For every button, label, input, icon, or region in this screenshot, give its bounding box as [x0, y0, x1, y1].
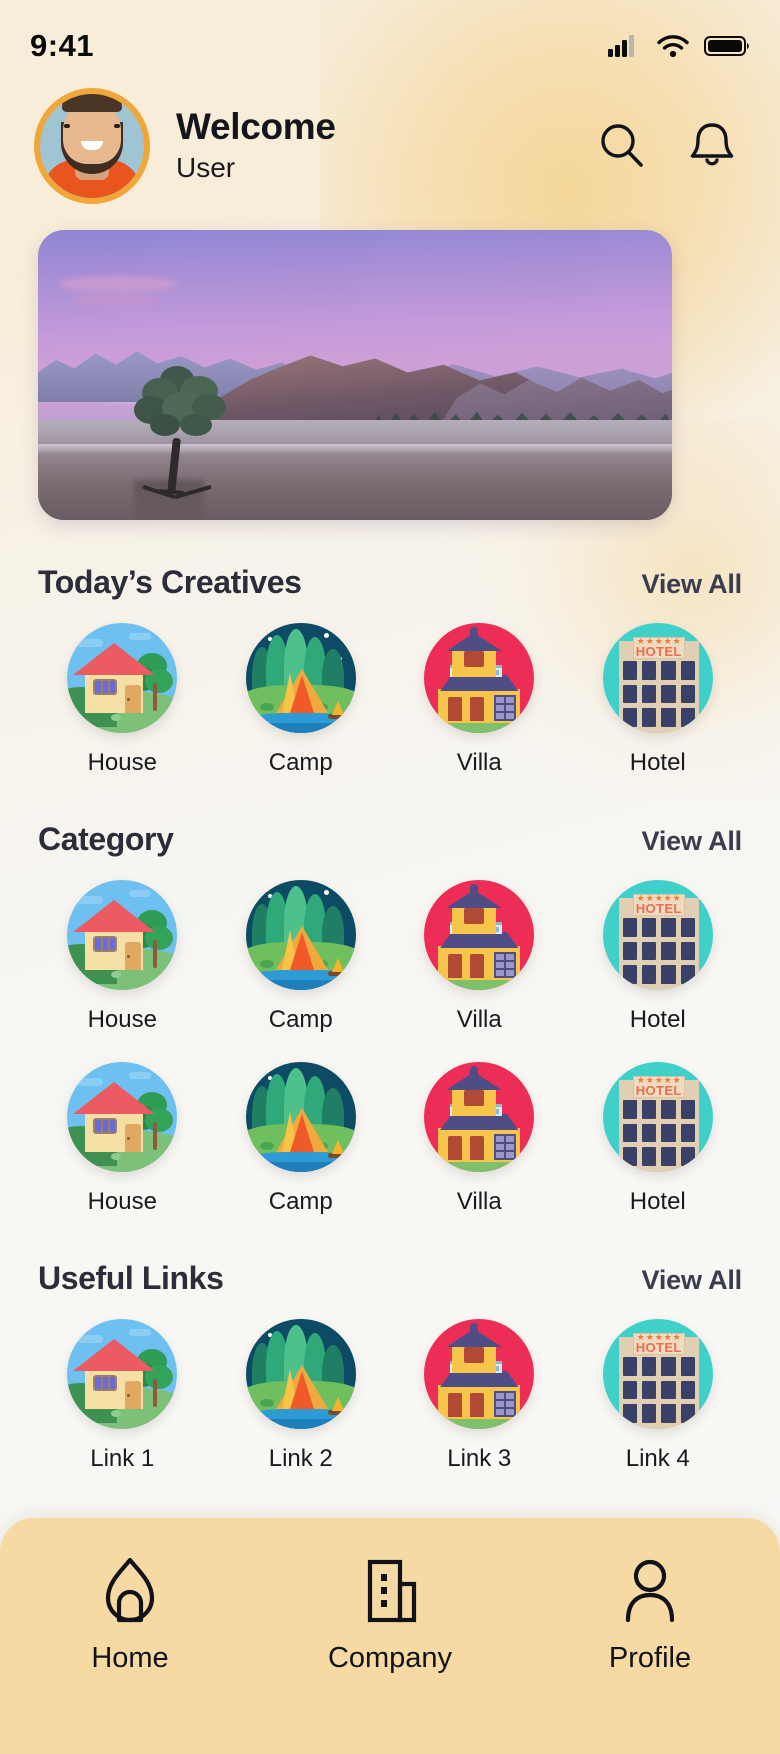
camp-tent-illustration-icon [245, 1062, 356, 1172]
house-illustration-icon [67, 1319, 178, 1429]
notifications-button[interactable] [684, 118, 740, 174]
building-icon [367, 1559, 417, 1623]
list-item-label: Hotel [629, 1006, 686, 1033]
battery-icon [704, 36, 749, 56]
list-item-label: Hotel [629, 749, 686, 776]
list-item[interactable]: ★ ★ ★ ★ ★ HOTEL Hotel [574, 880, 743, 1034]
list-item[interactable]: Link 2 [217, 1319, 386, 1473]
header-actions [594, 118, 746, 174]
view-all-link[interactable]: View All [642, 826, 743, 857]
list-item[interactable]: Camp [217, 623, 386, 777]
list-item-label: Link 3 [447, 1445, 512, 1472]
status-bar: 9:41 [0, 0, 780, 74]
banner-tree [124, 364, 244, 500]
section-header: Category View All [38, 821, 742, 858]
list-item-label: House [87, 749, 157, 776]
person-icon [625, 1559, 675, 1623]
section-todays-creatives: Today’s Creatives View All House Camp Vi… [0, 564, 780, 777]
app-header: Welcome User [0, 74, 780, 204]
villa-illustration-icon [424, 880, 535, 990]
list-item[interactable]: House [38, 623, 207, 777]
villa-illustration-icon [424, 1062, 535, 1172]
wifi-icon [657, 35, 689, 58]
list-item[interactable]: Link 3 [395, 1319, 564, 1473]
nav-label: Company [327, 1642, 453, 1674]
list-item-label: Link 2 [268, 1445, 333, 1472]
list-item[interactable]: Link 1 [38, 1319, 207, 1473]
hotel-building-illustration-icon: ★ ★ ★ ★ ★ HOTEL [602, 623, 713, 733]
nav-label: Profile [608, 1642, 692, 1674]
section-useful-links: Useful Links View All Link 1 Link 2 Link… [0, 1260, 780, 1473]
list-item[interactable]: Villa [395, 1062, 564, 1216]
section-header: Useful Links View All [38, 1260, 742, 1297]
list-item-label: Camp [268, 749, 333, 776]
status-indicators [608, 34, 750, 58]
creatives-grid: House Camp Villa ★ ★ ★ ★ ★ HOTEL Hotel [38, 623, 742, 777]
category-grid-row1: House Camp Villa ★ ★ ★ ★ ★ HOTEL Hotel [38, 880, 742, 1034]
list-item[interactable]: ★ ★ ★ ★ ★ HOTEL Link 4 [574, 1319, 743, 1473]
category-grid-row2: House Camp Villa ★ ★ ★ ★ ★ HOTEL Hotel [38, 1062, 742, 1216]
list-item-label: Villa [456, 1188, 502, 1215]
list-item-label: Camp [268, 1006, 333, 1033]
list-item-label: Villa [456, 749, 502, 776]
nav-item-home[interactable]: Home [30, 1554, 230, 1675]
list-item-label: Camp [268, 1188, 333, 1215]
house-illustration-icon [67, 880, 178, 990]
hotel-building-illustration-icon: ★ ★ ★ ★ ★ HOTEL [602, 880, 713, 990]
view-all-link[interactable]: View All [642, 569, 743, 600]
list-item[interactable]: House [38, 1062, 207, 1216]
username-text: User [176, 151, 236, 183]
view-all-link[interactable]: View All [642, 1265, 743, 1296]
avatar-image [40, 94, 144, 198]
search-icon [601, 124, 643, 167]
greeting-block: Welcome User [176, 106, 594, 186]
camp-tent-illustration-icon [245, 1319, 356, 1429]
greeting-text: Welcome [176, 106, 336, 148]
hotel-building-illustration-icon: ★ ★ ★ ★ ★ HOTEL [602, 1319, 713, 1429]
list-item[interactable]: Camp [217, 1062, 386, 1216]
bottom-navigation: Home Company Profile [0, 1518, 780, 1754]
nav-item-profile[interactable]: Profile [550, 1554, 750, 1675]
status-time: 9:41 [30, 28, 95, 63]
cellular-signal-icon [608, 35, 634, 57]
list-item[interactable]: ★ ★ ★ ★ ★ HOTEL Hotel [574, 623, 743, 777]
list-item-label: Hotel [629, 1188, 686, 1215]
nav-label: Home [91, 1642, 169, 1674]
list-item-label: House [87, 1006, 157, 1033]
avatar[interactable] [34, 88, 150, 204]
list-item[interactable]: Villa [395, 623, 564, 777]
section-title: Today’s Creatives [38, 564, 302, 600]
house-illustration-icon [67, 623, 178, 733]
home-icon [105, 1557, 155, 1623]
bell-icon [690, 123, 734, 166]
list-item-label: Villa [456, 1006, 502, 1033]
hero-banner[interactable] [38, 230, 672, 520]
app-screen: 9:41 Welcome User Today’s Creatives View… [0, 0, 780, 1754]
list-item-label: Link 1 [90, 1445, 155, 1472]
list-item[interactable]: Camp [217, 880, 386, 1034]
hotel-building-illustration-icon: ★ ★ ★ ★ ★ HOTEL [602, 1062, 713, 1172]
list-item[interactable]: ★ ★ ★ ★ ★ HOTEL Hotel [574, 1062, 743, 1216]
list-item[interactable]: Villa [395, 880, 564, 1034]
section-title: Category [38, 821, 174, 857]
villa-illustration-icon [424, 1319, 535, 1429]
camp-tent-illustration-icon [245, 880, 356, 990]
house-illustration-icon [67, 1062, 178, 1172]
useful-links-grid: Link 1 Link 2 Link 3 ★ ★ ★ ★ ★ HOTEL Lin… [38, 1319, 742, 1473]
section-header: Today’s Creatives View All [38, 564, 742, 601]
list-item-label: Link 4 [625, 1445, 690, 1472]
hero-banner-wrapper [0, 204, 780, 520]
nav-item-company[interactable]: Company [290, 1554, 490, 1675]
list-item-label: House [87, 1188, 157, 1215]
section-title: Useful Links [38, 1260, 224, 1296]
list-item[interactable]: House [38, 880, 207, 1034]
search-button[interactable] [594, 118, 650, 174]
villa-illustration-icon [424, 623, 535, 733]
section-category: Category View All House Camp Villa ★ ★ ★… [0, 821, 780, 1216]
scroll-fade [0, 1478, 780, 1518]
camp-tent-illustration-icon [245, 623, 356, 733]
